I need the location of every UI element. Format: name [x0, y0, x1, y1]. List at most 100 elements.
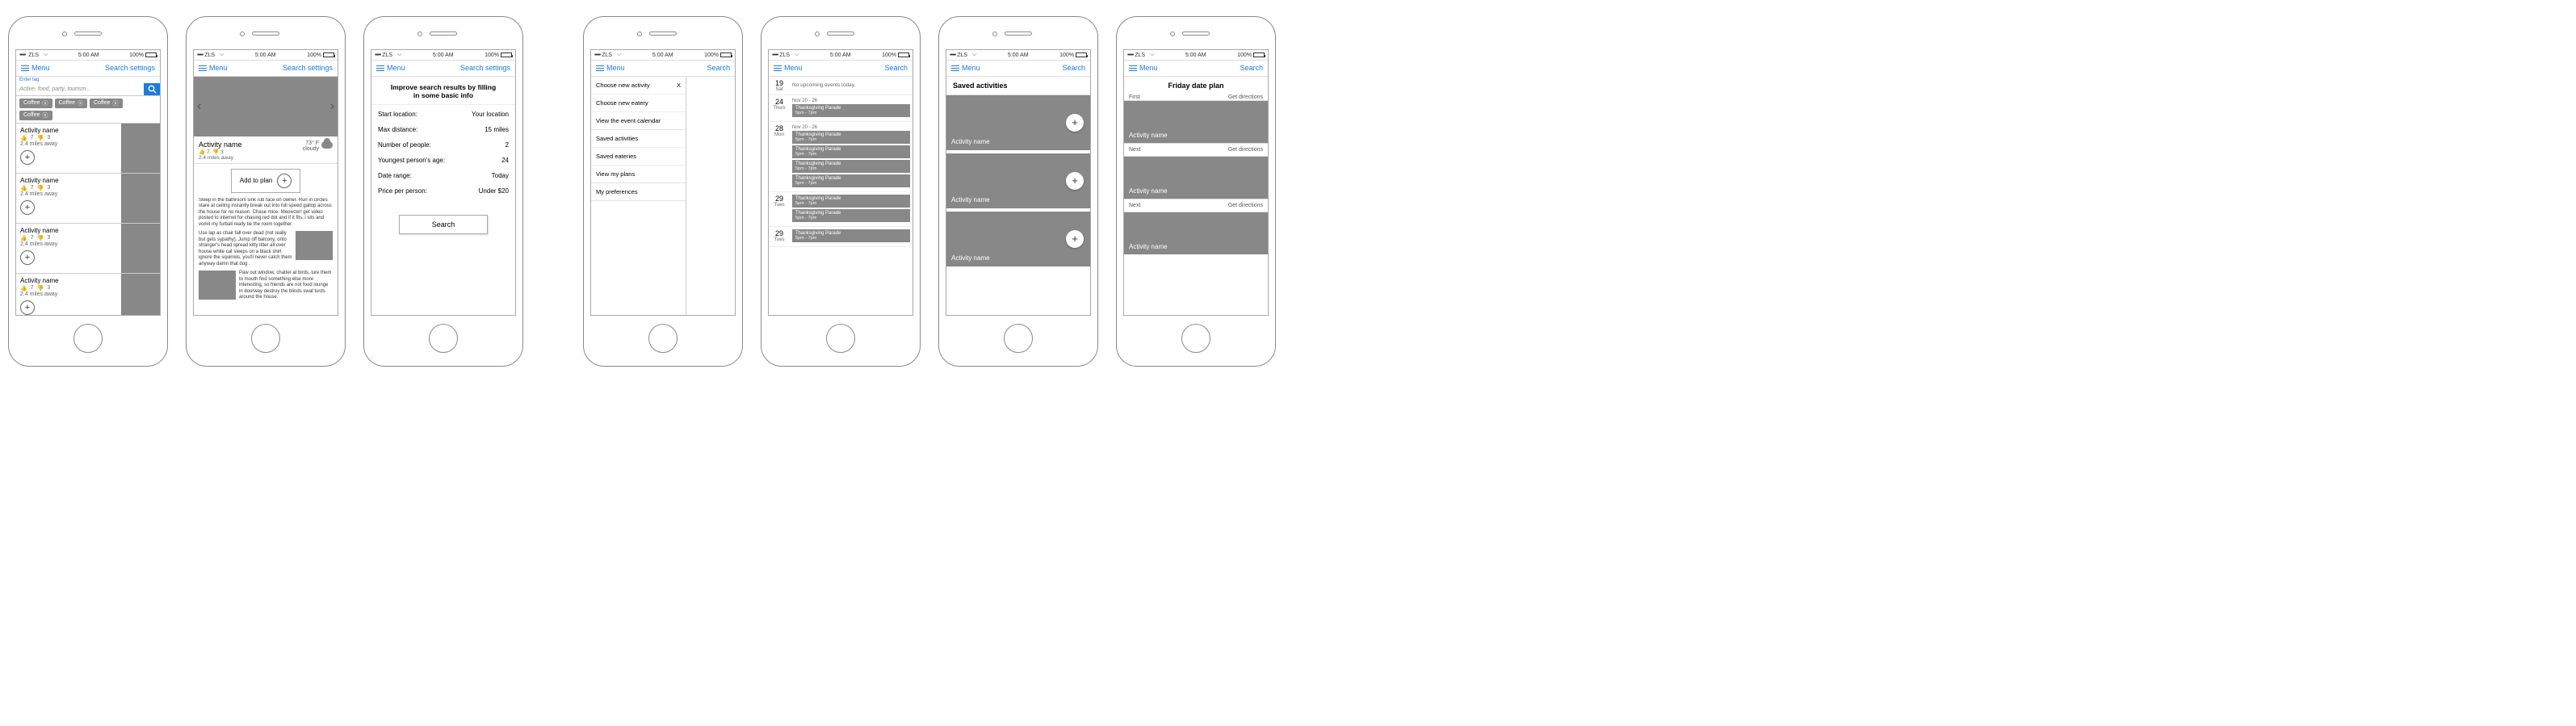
- add-button[interactable]: +: [1066, 230, 1084, 248]
- form-row[interactable]: Date range:Today: [378, 168, 509, 183]
- form-row[interactable]: Price per person:Under $20: [378, 183, 509, 199]
- event-bar[interactable]: Thanksgiving Parade5pm - 7pm: [792, 160, 910, 173]
- calendar-day: 24ThursNov 20 - 26Thanksgiving Parade5pm…: [769, 95, 913, 122]
- close-icon[interactable]: ⓧ: [78, 99, 83, 107]
- search-settings-link[interactable]: Search settings: [283, 64, 333, 72]
- home-button[interactable]: [648, 324, 678, 353]
- plan-first-label: First: [1129, 94, 1140, 100]
- event-time: 5pm - 7pm: [795, 236, 907, 241]
- menu-button[interactable]: Menu: [199, 64, 228, 73]
- calendar-day: 19SatNo upcoming events today.: [769, 77, 913, 95]
- menu-item-saved-eateries[interactable]: Saved eateries: [591, 147, 686, 165]
- result-item[interactable]: Activity name 👍7👎3 2.4 miles away +: [16, 273, 160, 316]
- filter-tag[interactable]: Coffeeⓧ: [90, 99, 123, 108]
- form-row[interactable]: Number of people:2: [378, 137, 509, 153]
- plus-icon: +: [277, 174, 292, 188]
- search-link[interactable]: Search: [1062, 64, 1085, 72]
- menu-button[interactable]: Menu: [596, 64, 625, 73]
- menu-button[interactable]: Menu: [1129, 64, 1158, 73]
- form-row[interactable]: Max distance:15 miles: [378, 122, 509, 137]
- form-row[interactable]: Youngest person's age:24: [378, 153, 509, 168]
- event-bar[interactable]: Thanksgiving Parade5pm - 7pm: [792, 104, 910, 117]
- event-bar[interactable]: Thanksgiving Parade5pm - 7pm: [792, 131, 910, 144]
- event-bar[interactable]: Thanksgiving Parade5pm - 7pm: [792, 209, 910, 222]
- home-button[interactable]: [826, 324, 855, 353]
- menu-item-preferences[interactable]: My preferences: [591, 183, 686, 200]
- saved-card[interactable]: Activity name +: [946, 95, 1090, 150]
- card-name: Activity name: [951, 138, 990, 145]
- close-icon[interactable]: ⓧ: [113, 99, 119, 107]
- add-button[interactable]: +: [20, 250, 35, 265]
- event-time: 5pm - 7pm: [795, 152, 907, 157]
- saved-card[interactable]: Activity name +: [946, 153, 1090, 208]
- thumbs-down-icon: 👎: [212, 149, 219, 155]
- get-directions-link[interactable]: Get directions: [1228, 147, 1263, 153]
- card-name: Activity name: [951, 196, 990, 204]
- result-item[interactable]: Activity name 👍7👎3 2.4 miles away +: [16, 123, 160, 173]
- search-button[interactable]: Search: [399, 215, 488, 234]
- add-button[interactable]: +: [20, 150, 35, 165]
- calendar-day: 28MonNov 20 - 26Thanksgiving Parade5pm -…: [769, 122, 913, 192]
- home-button[interactable]: [429, 324, 458, 353]
- chevron-left-icon[interactable]: ‹: [197, 99, 201, 114]
- event-bar[interactable]: Thanksgiving Parade5pm - 7pm: [792, 229, 910, 242]
- event-time: 5pm - 7pm: [795, 201, 907, 206]
- filter-tag[interactable]: Coffeeⓧ: [19, 99, 52, 108]
- menu-item-calendar[interactable]: View the event calendar: [591, 111, 686, 129]
- add-to-plan-button[interactable]: Add to plan +: [231, 169, 300, 193]
- plan-card[interactable]: Activity name: [1124, 157, 1268, 199]
- phone-frame-5: ZLS⌵ 5:00 AM 100% Menu Search 19SatNo up…: [761, 16, 921, 367]
- card-name: Activity name: [1129, 243, 1168, 250]
- result-item[interactable]: Activity name 👍7👎3 2.4 miles away +: [16, 173, 160, 223]
- add-button[interactable]: +: [1066, 172, 1084, 190]
- event-bar[interactable]: Thanksgiving Parade5pm - 7pm: [792, 145, 910, 158]
- card-name: Activity name: [1129, 132, 1168, 139]
- filter-tag[interactable]: Coffeeⓧ: [19, 111, 52, 120]
- plan-title: Friday date plan: [1124, 77, 1268, 94]
- form-title: Improve search results by filling in som…: [371, 77, 515, 105]
- plan-card[interactable]: Activity name: [1124, 101, 1268, 143]
- carrier: ZLS: [28, 52, 39, 58]
- form-row[interactable]: Start location:Your location: [378, 107, 509, 122]
- get-directions-link[interactable]: Get directions: [1228, 94, 1263, 100]
- hamburger-icon: [21, 64, 29, 73]
- search-settings-link[interactable]: Search settings: [105, 64, 155, 72]
- home-button[interactable]: [73, 324, 103, 353]
- add-button[interactable]: +: [20, 300, 35, 315]
- event-bar[interactable]: Thanksgiving Parade5pm - 7pm: [792, 174, 910, 187]
- menu-item-saved-activities[interactable]: Saved activities: [591, 130, 686, 147]
- menu-item-eatery[interactable]: Choose new eatery: [591, 94, 686, 111]
- chevron-right-icon[interactable]: ›: [330, 99, 334, 114]
- saved-card[interactable]: Activity name+: [946, 212, 1090, 266]
- search-button[interactable]: [144, 83, 160, 95]
- search-link[interactable]: Search: [884, 64, 908, 72]
- add-button[interactable]: +: [1066, 114, 1084, 132]
- result-item[interactable]: Activity name 👍7👎3 2.4 miles away +: [16, 223, 160, 273]
- search-settings-link[interactable]: Search settings: [460, 64, 510, 72]
- side-menu: Choose new activityX Choose new eatery V…: [591, 77, 686, 316]
- event-time: 5pm - 7pm: [795, 111, 907, 115]
- plan-card[interactable]: Activity name: [1124, 212, 1268, 254]
- add-button[interactable]: +: [20, 200, 35, 215]
- menu-item-activity[interactable]: Choose new activityX: [591, 77, 686, 94]
- home-button[interactable]: [251, 324, 280, 353]
- menu-item-my-plans[interactable]: View my plans: [591, 165, 686, 183]
- search-meta: Enter tag: [16, 77, 160, 83]
- thumbs-down-icon: 👎: [37, 135, 44, 141]
- search-link[interactable]: Search: [1240, 64, 1263, 72]
- search-link[interactable]: Search: [707, 64, 730, 72]
- get-directions-link[interactable]: Get directions: [1228, 203, 1263, 208]
- menu-button[interactable]: Menu: [951, 64, 980, 73]
- search-input[interactable]: Active, food, party, tourism...: [16, 83, 144, 95]
- menu-button[interactable]: Menu: [21, 64, 50, 73]
- filter-tag[interactable]: Coffeeⓧ: [55, 99, 88, 108]
- close-icon[interactable]: X: [677, 82, 681, 89]
- close-icon[interactable]: ⓧ: [43, 111, 48, 120]
- close-icon[interactable]: ⓧ: [43, 99, 48, 107]
- date-range: Nov 20 - 26: [792, 124, 910, 131]
- menu-button[interactable]: Menu: [376, 64, 405, 73]
- event-bar[interactable]: Thanksgiving Parade5pm - 7pm: [792, 195, 910, 208]
- home-button[interactable]: [1004, 324, 1033, 353]
- menu-button[interactable]: Menu: [774, 64, 803, 73]
- home-button[interactable]: [1181, 324, 1210, 353]
